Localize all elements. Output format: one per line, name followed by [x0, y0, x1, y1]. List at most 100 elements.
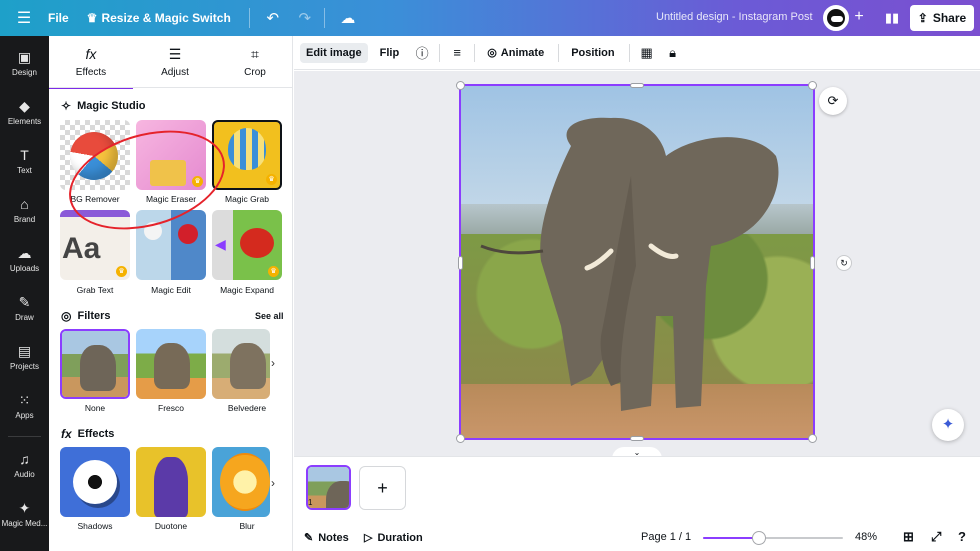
- resize-button[interactable]: ♛ Resize & Magic Switch: [87, 11, 231, 25]
- rail-label: Draw: [15, 313, 34, 322]
- magic-edit-tile[interactable]: [136, 210, 206, 280]
- filter-none-tile[interactable]: [60, 329, 130, 399]
- duration-button[interactable]: ▷ Duration: [364, 531, 423, 545]
- share-label: Share: [932, 11, 967, 25]
- redo-icon[interactable]: ↷: [292, 9, 318, 27]
- help-icon[interactable]: ?: [958, 529, 966, 544]
- magic-media-icon: ✦: [18, 500, 31, 516]
- balloon-image: [228, 128, 266, 170]
- effect-shadows-tile[interactable]: [60, 447, 130, 517]
- design-title[interactable]: Untitled design - Instagram Post: [656, 11, 813, 23]
- resize-handle[interactable]: [808, 81, 817, 90]
- hamburger-icon[interactable]: ☰: [0, 8, 48, 28]
- sparkle-icon: ✧: [61, 99, 72, 113]
- effect-duotone-tile[interactable]: [136, 447, 206, 517]
- add-collaborator-icon[interactable]: +: [848, 6, 870, 28]
- rail-item-audio[interactable]: ♫ Audio: [0, 451, 49, 479]
- tab-label: Effects: [75, 67, 107, 78]
- share-icon: ⇪: [917, 11, 928, 25]
- tab-crop[interactable]: ⌗ Crop: [213, 45, 292, 78]
- animate-button[interactable]: ◎ Animate: [481, 42, 550, 63]
- page-thumbnail[interactable]: [306, 465, 351, 510]
- effect-blur-tile[interactable]: [212, 447, 270, 517]
- person-image: [154, 457, 188, 517]
- rail-label: Design: [12, 68, 37, 77]
- cloud-saved-icon[interactable]: ☁: [335, 9, 361, 27]
- cloud-upload-icon: ☁: [17, 245, 32, 261]
- rail-item-elements[interactable]: ◆ Elements: [0, 98, 49, 126]
- fries-image: [150, 160, 186, 186]
- tab-adjust[interactable]: ☰ Adjust: [133, 45, 217, 78]
- zoom-level[interactable]: 48%: [855, 531, 877, 543]
- magic-studio-heading: ✧ Magic Studio: [61, 99, 146, 113]
- zoom-slider-knob[interactable]: [752, 531, 766, 545]
- tab-label: Crop: [244, 67, 266, 78]
- flip-button[interactable]: Flip: [374, 43, 406, 63]
- position-button[interactable]: Position: [565, 43, 620, 63]
- resize-handle[interactable]: [808, 434, 817, 443]
- transparency-icon[interactable]: ▦: [638, 45, 656, 61]
- chevron-right-icon[interactable]: ›: [271, 356, 275, 370]
- rail-item-apps[interactable]: ⁙ Apps: [0, 392, 49, 420]
- tab-effects[interactable]: fx Effects: [49, 45, 133, 89]
- analytics-icon[interactable]: ▮▮: [880, 6, 904, 30]
- bg-remover-tile[interactable]: [60, 120, 130, 190]
- magic-assistant-icon[interactable]: ✦: [932, 409, 964, 441]
- resize-handle[interactable]: [456, 434, 465, 443]
- lock-icon[interactable]: 🔒︎: [664, 45, 682, 61]
- magic-grab-tile[interactable]: ♛: [212, 120, 282, 190]
- duration-icon: ▷: [364, 532, 373, 544]
- fullscreen-icon[interactable]: ⤢: [931, 529, 941, 545]
- rail-item-design[interactable]: ▣ Design: [0, 49, 49, 77]
- page-indicator[interactable]: Page 1 / 1: [641, 531, 691, 543]
- rotate-icon[interactable]: ↻: [836, 255, 852, 271]
- grid-view-icon[interactable]: ⊞: [903, 529, 914, 545]
- magic-expand-tile[interactable]: ◀ ♛: [212, 210, 282, 280]
- rail-item-brand[interactable]: ⌂ Brand: [0, 196, 49, 224]
- resize-handle[interactable]: [458, 256, 463, 270]
- duration-label: Duration: [377, 531, 423, 544]
- avatar[interactable]: [823, 5, 849, 31]
- refresh-icon[interactable]: ⟳: [819, 87, 847, 115]
- rail-item-draw[interactable]: ✎ Draw: [0, 294, 49, 322]
- fx-icon: fx: [61, 427, 72, 441]
- border-style-icon[interactable]: ≡: [448, 45, 466, 60]
- orange-slice-image: [220, 453, 270, 511]
- resize-handle[interactable]: [456, 81, 465, 90]
- edit-image-button[interactable]: Edit image: [300, 42, 368, 63]
- tool-label: Magic Grab: [225, 194, 269, 204]
- resize-handle[interactable]: [630, 436, 644, 441]
- magic-eraser-tile[interactable]: ♛: [136, 120, 206, 190]
- see-all-link[interactable]: See all: [255, 311, 284, 321]
- zoom-slider[interactable]: [703, 531, 843, 545]
- section-title: Effects: [77, 428, 115, 440]
- rail-label: Audio: [14, 470, 35, 479]
- pen-icon: ✎: [18, 294, 31, 310]
- add-page-button[interactable]: +: [359, 466, 406, 510]
- tab-label: Adjust: [161, 67, 189, 78]
- info-icon[interactable]: ⓘ: [413, 43, 431, 62]
- divider: [439, 43, 441, 62]
- file-menu[interactable]: File: [48, 11, 69, 25]
- rail-item-uploads[interactable]: ☁ Uploads: [0, 245, 49, 273]
- rail-item-magic-media[interactable]: ✦ Magic Med...: [0, 500, 49, 528]
- grab-text-tile[interactable]: Aa ♛: [60, 210, 130, 280]
- filter-belvedere-tile[interactable]: [212, 329, 270, 399]
- resize-handle[interactable]: [630, 83, 644, 88]
- animate-label: Animate: [500, 46, 545, 59]
- notes-button[interactable]: ✎ Notes: [304, 531, 349, 545]
- undo-icon[interactable]: ↶: [260, 9, 286, 27]
- resize-handle[interactable]: [810, 256, 815, 270]
- rail-label: Elements: [7, 117, 42, 126]
- effects-heading: fx Effects: [61, 427, 114, 441]
- share-button[interactable]: ⇪ Share: [910, 5, 974, 31]
- chevron-right-icon[interactable]: ›: [271, 476, 275, 490]
- rail-item-projects[interactable]: ▤ Projects: [0, 343, 49, 371]
- divider: [8, 436, 41, 437]
- divider: [558, 43, 560, 62]
- elephant-thumbnail: [62, 331, 128, 397]
- crown-icon: ♛: [86, 11, 98, 25]
- elephant-photo[interactable]: [459, 84, 815, 440]
- filter-fresco-tile[interactable]: [136, 329, 206, 399]
- rail-item-text[interactable]: T Text: [0, 147, 49, 175]
